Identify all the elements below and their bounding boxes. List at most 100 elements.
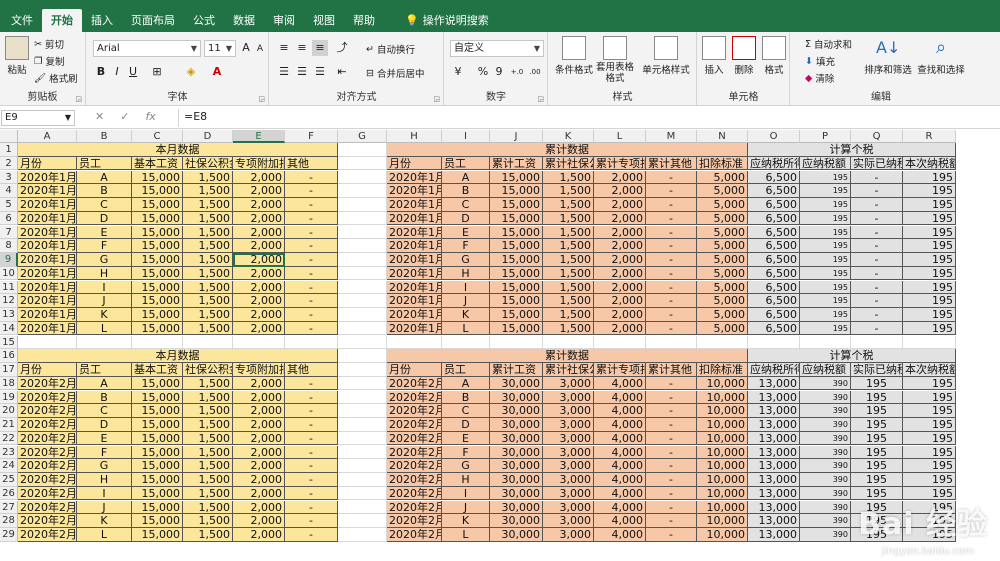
cell-I14[interactable]: L — [442, 321, 490, 336]
cell-D23[interactable]: 1,500 — [183, 445, 233, 460]
cell-K13[interactable]: 1,500 — [543, 308, 594, 322]
cell-F18[interactable]: - — [285, 376, 338, 391]
cell-N4[interactable]: 5,000 — [697, 184, 748, 198]
cell-G10[interactable] — [338, 266, 387, 281]
cell-E27[interactable]: 2,000 — [233, 500, 285, 515]
cell-O22[interactable]: 13,000 — [748, 431, 800, 446]
cell-K24[interactable]: 3,000 — [543, 459, 594, 473]
cell-N26[interactable]: 10,000 — [697, 486, 748, 501]
cell-K2[interactable]: 累计社保公 — [543, 156, 594, 171]
cell-I28[interactable]: K — [442, 514, 490, 528]
cell-D21[interactable]: 1,500 — [183, 418, 233, 432]
cell-I26[interactable]: I — [442, 486, 490, 501]
cell-M28[interactable]: - — [646, 514, 697, 528]
cell-R20[interactable]: 195 — [903, 404, 956, 418]
cell-K21[interactable]: 3,000 — [543, 418, 594, 432]
cell-Q3[interactable]: - — [851, 170, 903, 185]
cell-R3[interactable]: 195 — [903, 170, 956, 185]
cell-B2[interactable]: 员工 — [77, 156, 132, 171]
row-header[interactable]: 23 — [0, 445, 18, 460]
cell-C19[interactable]: 15,000 — [132, 390, 183, 405]
cell-B21[interactable]: D — [77, 418, 132, 432]
sort-filter-button[interactable]: A↓ 排序和筛选 — [863, 36, 913, 76]
ribbon-tab[interactable]: 文件 — [2, 9, 42, 32]
cell-E23[interactable]: 2,000 — [233, 445, 285, 460]
cell-I11[interactable]: I — [442, 280, 490, 295]
cell-O3[interactable]: 6,500 — [748, 170, 800, 185]
cell-P10[interactable]: 195 — [800, 266, 851, 281]
cell-J6[interactable]: 15,000 — [490, 211, 543, 226]
cell-D12[interactable]: 1,500 — [183, 294, 233, 308]
cell-D29[interactable]: 1,500 — [183, 528, 233, 542]
row-header[interactable]: 5 — [0, 198, 18, 212]
cell-J13[interactable]: 15,000 — [490, 308, 543, 322]
cell-G25[interactable] — [338, 473, 387, 487]
cell-G4[interactable] — [338, 184, 387, 198]
cell-K11[interactable]: 1,500 — [543, 280, 594, 295]
cell-G27[interactable] — [338, 500, 387, 515]
cell-J11[interactable]: 15,000 — [490, 280, 543, 295]
cell-C24[interactable]: 15,000 — [132, 459, 183, 473]
cell-R25[interactable]: 195 — [903, 473, 956, 487]
cell-Q14[interactable]: - — [851, 321, 903, 336]
cell-B4[interactable]: B — [77, 184, 132, 198]
cell-G11[interactable] — [338, 280, 387, 295]
cell-B6[interactable]: D — [77, 211, 132, 226]
cell-styles-button[interactable]: 单元格样式 — [639, 36, 693, 76]
cell-L5[interactable]: 2,000 — [594, 198, 646, 212]
cell-I24[interactable]: G — [442, 459, 490, 473]
cell-I3[interactable]: A — [442, 170, 490, 185]
cell-M26[interactable]: - — [646, 486, 697, 501]
font-size-combo[interactable]: 11 ▼ — [204, 40, 236, 57]
cell-H14[interactable]: 2020年1月 — [387, 321, 442, 336]
cell-C11[interactable]: 15,000 — [132, 280, 183, 295]
cell-C25[interactable]: 15,000 — [132, 473, 183, 487]
format-as-table-button[interactable]: 套用表格格式 — [595, 36, 635, 84]
cell-J19[interactable]: 30,000 — [490, 390, 543, 405]
cell-M21[interactable]: - — [646, 418, 697, 432]
cell-Q6[interactable]: - — [851, 211, 903, 226]
cell-J25[interactable]: 30,000 — [490, 473, 543, 487]
cell-J27[interactable]: 30,000 — [490, 500, 543, 515]
cell-H5[interactable]: 2020年1月 — [387, 198, 442, 212]
cell-R8[interactable]: 195 — [903, 239, 956, 253]
cell-P7[interactable]: 195 — [800, 225, 851, 240]
cell-R23[interactable]: 195 — [903, 445, 956, 460]
cell-E29[interactable]: 2,000 — [233, 528, 285, 542]
align-right-icon[interactable]: ☰ — [312, 64, 328, 80]
cell-C14[interactable]: 15,000 — [132, 321, 183, 336]
cell-F3[interactable]: - — [285, 170, 338, 185]
cell-L26[interactable]: 4,000 — [594, 486, 646, 501]
cell-K10[interactable]: 1,500 — [543, 266, 594, 281]
cell-P15[interactable] — [800, 335, 851, 350]
cell-O13[interactable]: 6,500 — [748, 308, 800, 322]
cell-O14[interactable]: 6,500 — [748, 321, 800, 336]
orientation-icon[interactable]: ⤴ — [334, 40, 350, 56]
cell-R12[interactable]: 195 — [903, 294, 956, 308]
cell-L27[interactable]: 4,000 — [594, 500, 646, 515]
cell-C23[interactable]: 15,000 — [132, 445, 183, 460]
column-header[interactable]: Q — [851, 130, 903, 143]
cell-M9[interactable]: - — [646, 253, 697, 267]
cell-Q13[interactable]: - — [851, 308, 903, 322]
cell-E17[interactable]: 专项附加扣 — [233, 363, 285, 377]
cell-B27[interactable]: J — [77, 500, 132, 515]
cell-K4[interactable]: 1,500 — [543, 184, 594, 198]
cell-H19[interactable]: 2020年2月 — [387, 390, 442, 405]
cell-F25[interactable]: - — [285, 473, 338, 487]
cell-K26[interactable]: 3,000 — [543, 486, 594, 501]
cell-N6[interactable]: 5,000 — [697, 211, 748, 226]
cell-C17[interactable]: 基本工资 — [132, 363, 183, 377]
cell-E5[interactable]: 2,000 — [233, 198, 285, 212]
cell-F6[interactable]: - — [285, 211, 338, 226]
cell-Q23[interactable]: 195 — [851, 445, 903, 460]
cell-D17[interactable]: 社保公积金 — [183, 363, 233, 377]
cell-J24[interactable]: 30,000 — [490, 459, 543, 473]
font-color-icon[interactable]: A — [209, 64, 225, 80]
row-header[interactable]: 1 — [0, 143, 18, 157]
cell-F27[interactable]: - — [285, 500, 338, 515]
ribbon-tab[interactable]: 页面布局 — [122, 9, 184, 32]
row-header[interactable]: 2 — [0, 156, 18, 171]
cell-D4[interactable]: 1,500 — [183, 184, 233, 198]
cell-N18[interactable]: 10,000 — [697, 376, 748, 391]
